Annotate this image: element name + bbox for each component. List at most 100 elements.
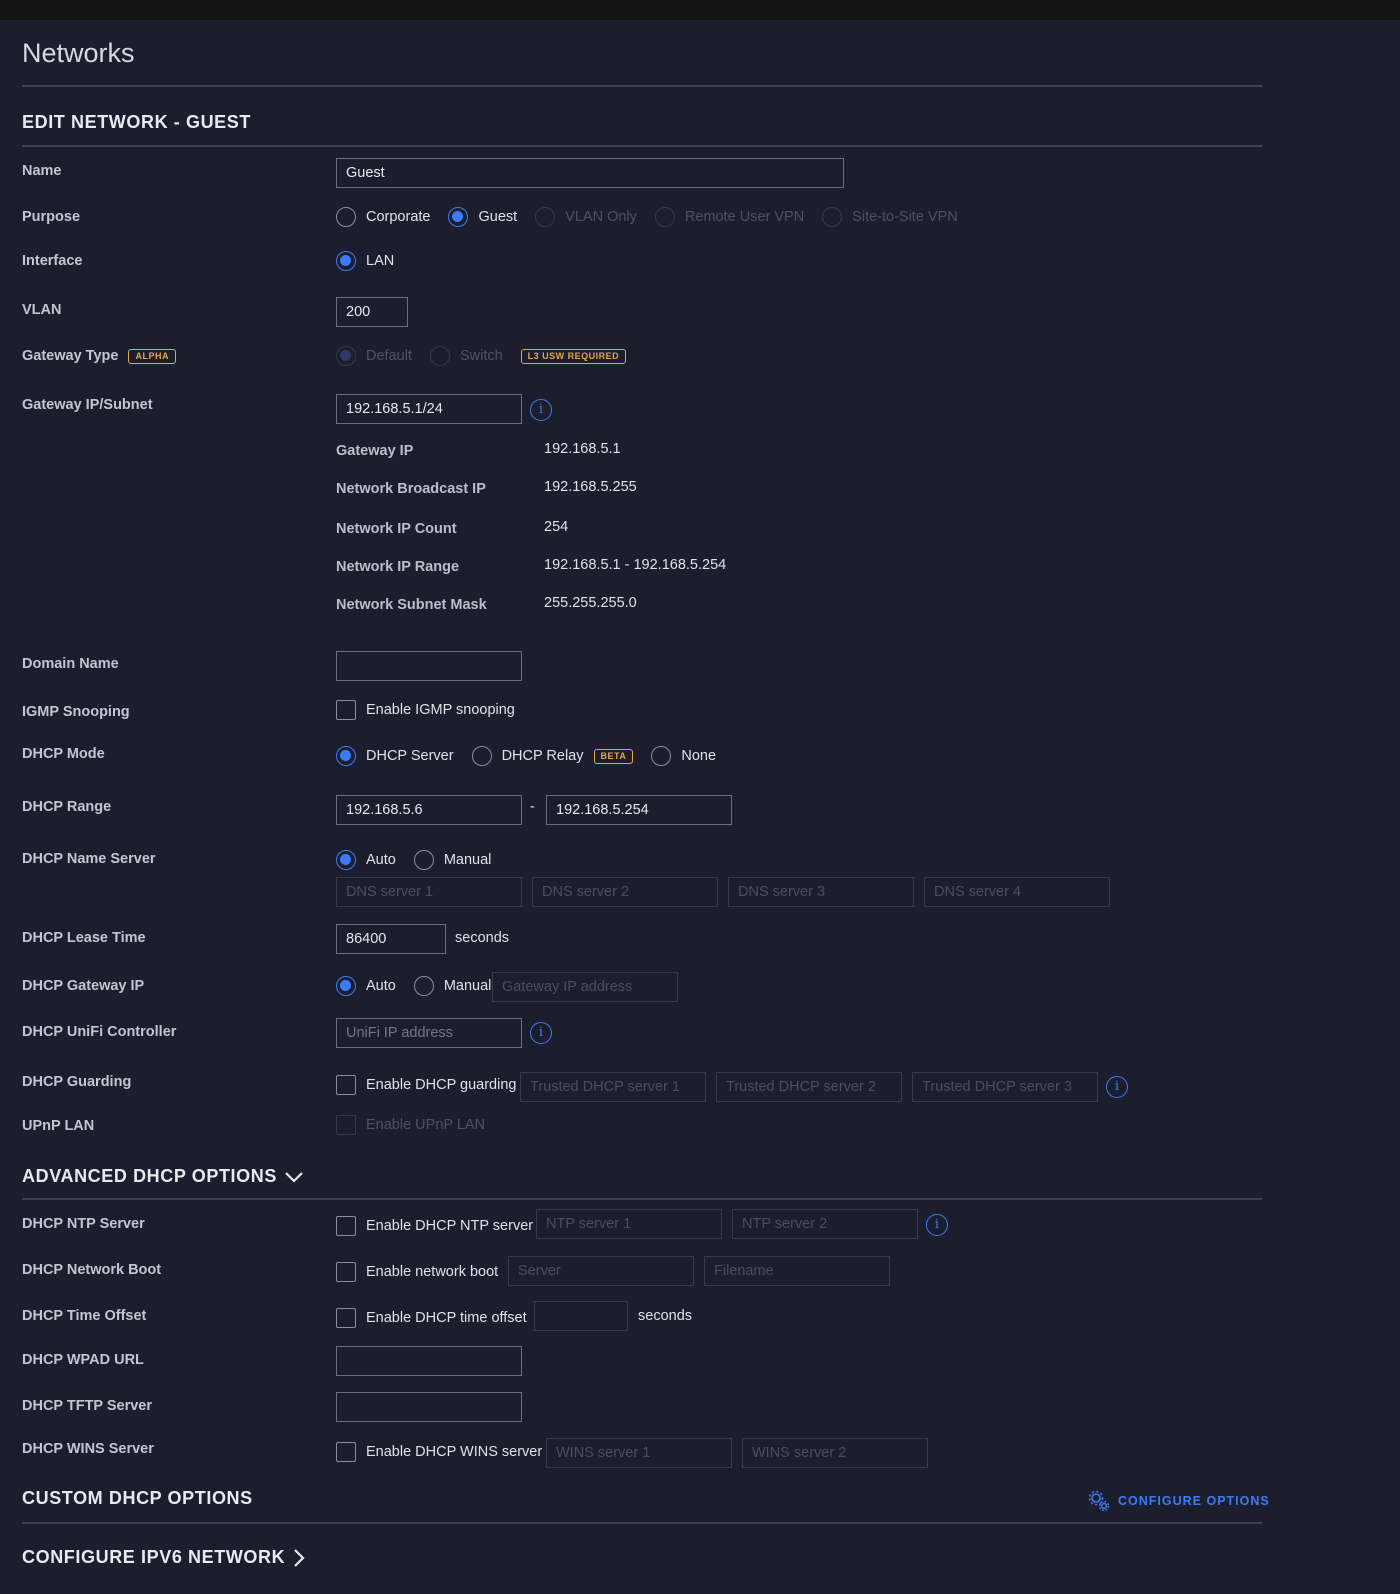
radio-icon (822, 207, 843, 227)
boot-filename-input[interactable] (704, 1256, 890, 1286)
upnp-label: UPnP LAN (22, 1118, 95, 1134)
dhcp-guarding-checkbox[interactable]: Enable DHCP guarding (336, 1075, 516, 1095)
gateway-ip-label: Gateway IP (336, 443, 414, 459)
radio-icon (651, 746, 672, 766)
checkbox-icon (336, 1216, 356, 1236)
name-label: Name (22, 163, 62, 179)
igmp-checkbox[interactable]: Enable IGMP snooping (336, 700, 515, 720)
dhcp-lease-input[interactable] (336, 924, 446, 954)
time-offset-input[interactable] (534, 1301, 628, 1331)
checkbox-icon (336, 1442, 356, 1462)
gateway-auto-radio[interactable]: Auto (336, 976, 396, 996)
wpad-input[interactable] (336, 1346, 522, 1376)
radio-selected-icon (448, 207, 469, 227)
interface-lan-radio[interactable]: LAN (336, 251, 394, 271)
domain-name-input[interactable] (336, 651, 522, 681)
ip-count-value: 254 (544, 519, 569, 535)
name-server-manual-radio[interactable]: Manual (413, 850, 491, 870)
dhcp-guarding-label: DHCP Guarding (22, 1074, 132, 1090)
trusted-dhcp-3-input[interactable] (912, 1072, 1098, 1102)
trusted-dhcp-2-input[interactable] (716, 1072, 902, 1102)
divider (22, 85, 1262, 87)
ntp-server-2-input[interactable] (732, 1209, 918, 1239)
ip-range-value: 192.168.5.1 - 192.168.5.254 (544, 557, 727, 573)
configure-options-link[interactable]: CONFIGURE OPTIONS (1088, 1490, 1270, 1512)
broadcast-ip-value: 192.168.5.255 (544, 479, 637, 495)
divider (22, 1522, 1262, 1524)
wins-server-1-input[interactable] (546, 1438, 732, 1468)
vlan-input[interactable] (336, 297, 408, 327)
radio-selected-icon (336, 746, 356, 766)
domain-name-label: Domain Name (22, 656, 119, 672)
checkbox-icon (336, 700, 356, 720)
tftp-label: DHCP TFTP Server (22, 1398, 153, 1414)
dhcp-lease-label: DHCP Lease Time (22, 930, 146, 946)
ip-range-label: Network IP Range (336, 559, 460, 575)
gateway-manual-radio[interactable]: Manual (413, 976, 491, 996)
dns-server-3-input[interactable] (728, 877, 914, 907)
purpose-corporate-radio[interactable]: Corporate (336, 207, 430, 227)
interface-label: Interface (22, 253, 83, 269)
radio-icon (535, 207, 556, 227)
offset-unit: seconds (638, 1308, 693, 1324)
dns-server-2-input[interactable] (532, 877, 718, 907)
dhcp-range-start-input[interactable] (336, 795, 522, 825)
dhcp-mode-label: DHCP Mode (22, 746, 105, 762)
dns-server-1-input[interactable] (336, 877, 522, 907)
radio-icon (429, 346, 450, 366)
purpose-guest-radio[interactable]: Guest (448, 207, 517, 227)
ntp-label: DHCP NTP Server (22, 1216, 145, 1232)
wins-server-2-input[interactable] (742, 1438, 928, 1468)
time-offset-checkbox[interactable]: Enable DHCP time offset (336, 1308, 527, 1328)
radio-icon (336, 207, 356, 227)
radio-icon (413, 976, 434, 996)
info-icon[interactable]: i (530, 399, 552, 421)
purpose-site-vpn-radio[interactable]: Site-to-Site VPN (822, 207, 958, 227)
subnet-mask-label: Network Subnet Mask (336, 597, 487, 613)
subnet-mask-value: 255.255.255.0 (544, 595, 637, 611)
gateway-subnet-input[interactable] (336, 394, 522, 424)
dhcp-gateway-label: DHCP Gateway IP (22, 978, 145, 994)
info-icon[interactable]: i (530, 1022, 552, 1044)
tftp-input[interactable] (336, 1392, 522, 1422)
purpose-vlan-only-radio[interactable]: VLAN Only (535, 207, 637, 227)
ntp-checkbox[interactable]: Enable DHCP NTP server (336, 1216, 533, 1236)
wins-checkbox[interactable]: Enable DHCP WINS server (336, 1442, 542, 1462)
configure-ipv6-toggle[interactable]: CONFIGURE IPV6 NETWORK (22, 1547, 305, 1568)
chevron-down-icon (285, 1171, 303, 1183)
dhcp-range-end-input[interactable] (546, 795, 732, 825)
network-boot-checkbox[interactable]: Enable network boot (336, 1262, 498, 1282)
gateway-type-default-radio[interactable]: Default (336, 346, 412, 366)
chevron-right-icon (294, 1548, 305, 1567)
dhcp-relay-radio[interactable]: DHCP Relay BETA (471, 746, 634, 766)
time-offset-label: DHCP Time Offset (22, 1308, 147, 1324)
radio-icon (413, 850, 434, 870)
trusted-dhcp-1-input[interactable] (520, 1072, 706, 1102)
advanced-dhcp-toggle[interactable]: ADVANCED DHCP OPTIONS (22, 1166, 303, 1187)
ntp-server-1-input[interactable] (536, 1209, 722, 1239)
unifi-ip-input[interactable] (336, 1018, 522, 1048)
dhcp-gateway-ip-input[interactable] (492, 972, 678, 1002)
checkbox-icon (336, 1308, 356, 1328)
custom-dhcp-title: CUSTOM DHCP OPTIONS (22, 1488, 253, 1508)
upnp-checkbox[interactable]: Enable UPnP LAN (336, 1115, 485, 1135)
broadcast-ip-label: Network Broadcast IP (336, 481, 486, 497)
dhcp-server-radio[interactable]: DHCP Server (336, 746, 454, 766)
vlan-label: VLAN (22, 302, 62, 318)
alpha-badge: ALPHA (128, 348, 176, 364)
wpad-label: DHCP WPAD URL (22, 1352, 144, 1368)
dhcp-none-radio[interactable]: None (651, 746, 716, 766)
boot-server-input[interactable] (508, 1256, 694, 1286)
purpose-remote-vpn-radio[interactable]: Remote User VPN (654, 207, 804, 227)
info-icon[interactable]: i (1106, 1076, 1128, 1098)
ip-count-label: Network IP Count (336, 521, 457, 537)
name-server-auto-radio[interactable]: Auto (336, 850, 396, 870)
name-input[interactable] (336, 158, 844, 188)
dhcp-unifi-label: DHCP UniFi Controller (22, 1024, 177, 1040)
dns-server-4-input[interactable] (924, 877, 1110, 907)
checkbox-icon (336, 1262, 356, 1282)
gateway-type-switch-radio[interactable]: Switch (429, 346, 503, 366)
info-icon[interactable]: i (926, 1214, 948, 1236)
beta-badge: BETA (593, 748, 634, 764)
dhcp-name-server-label: DHCP Name Server (22, 851, 156, 867)
